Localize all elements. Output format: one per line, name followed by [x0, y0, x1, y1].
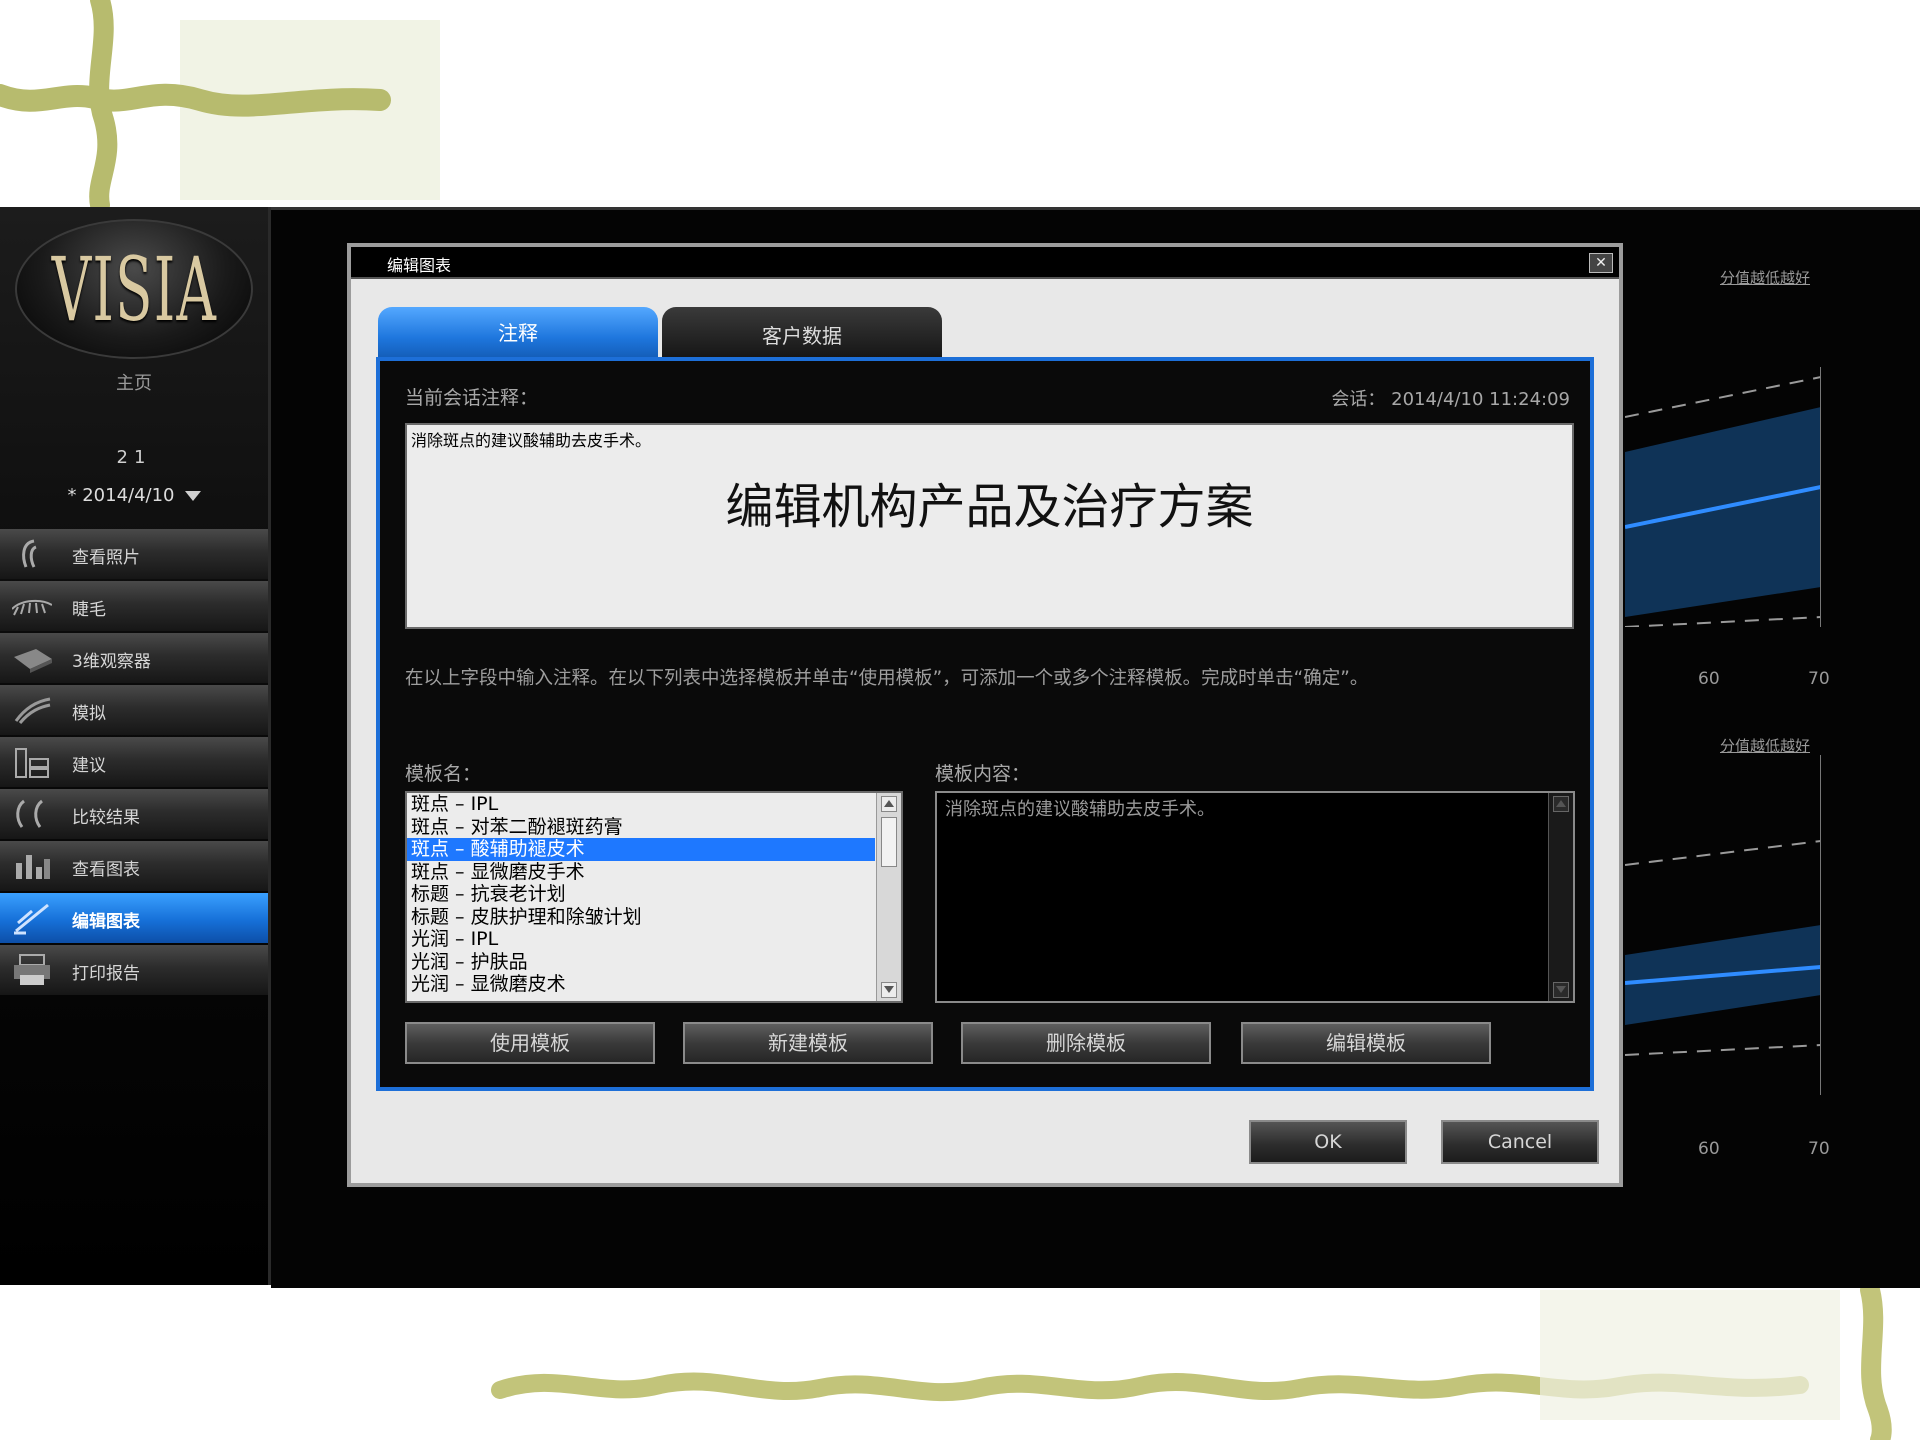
compare-icon: [16, 799, 44, 828]
sidebar-item-view-charts[interactable]: 查看图表: [0, 841, 268, 891]
scroll-up-icon[interactable]: [1553, 796, 1569, 812]
chart-icon: [16, 855, 50, 879]
dialog-titlebar[interactable]: 编辑图表 ✕: [351, 247, 1619, 279]
list-item[interactable]: 光润 – 显微磨皮术: [407, 973, 875, 996]
list-item[interactable]: 光润 – IPL: [407, 928, 875, 951]
edit-chart-icon: [14, 903, 49, 935]
tab-notes[interactable]: 注释: [378, 307, 658, 359]
new-template-button[interactable]: 新建模板: [683, 1022, 933, 1064]
chart2-tick-70: 70: [1808, 1139, 1830, 1159]
visia-logo: VISIA: [15, 219, 253, 359]
sidebar-item-3d-viewer[interactable]: 3维观察器: [0, 633, 268, 683]
list-item[interactable]: 斑点 – 对苯二酚褪斑药膏: [407, 816, 875, 839]
list-item[interactable]: 标题 – 抗衰老计划: [407, 883, 875, 906]
3d-viewer-icon: [14, 649, 52, 673]
chart2-tick-60: 60: [1698, 1139, 1720, 1159]
sidebar: VISIA 主页 21 * 2014/4/10 查看照片 睫毛 3维观察器 模拟: [0, 207, 271, 1285]
ok-button[interactable]: OK: [1249, 1120, 1407, 1164]
list-item[interactable]: 斑点 – 显微磨皮手术: [407, 861, 875, 884]
delete-template-button[interactable]: 删除模板: [961, 1022, 1211, 1064]
notes-overlay-caption: 编辑机构产品及治疗方案: [725, 479, 1254, 535]
recommend-icon: [15, 748, 49, 778]
chevron-down-icon: [184, 491, 201, 501]
background-chart-2: [1625, 755, 1821, 1095]
scroll-up-icon[interactable]: [881, 796, 897, 812]
eyelash-icon: [12, 599, 52, 616]
cancel-button[interactable]: Cancel: [1441, 1120, 1599, 1164]
chart1-tick-70: 70: [1808, 669, 1830, 689]
chart1-tick-60: 60: [1698, 669, 1720, 689]
dialog-title: 编辑图表: [387, 256, 452, 275]
session-number: 21: [116, 447, 152, 468]
list-item[interactable]: 标题 – 皮肤护理和除皱计划: [407, 906, 875, 929]
edit-template-button[interactable]: 编辑模板: [1241, 1022, 1491, 1064]
template-name-label: 模板名：: [405, 763, 482, 785]
template-list-scrollbar[interactable]: [876, 793, 901, 1001]
session-timestamp: 会话： 2014/4/10 11:24:09: [1331, 389, 1570, 410]
current-notes-label: 当前会话注释：: [405, 387, 539, 409]
template-content-text: 消除斑点的建议酸辅助去皮手术。: [945, 799, 1215, 820]
sidebar-item-edit-charts[interactable]: 编辑图表: [0, 893, 268, 943]
close-icon: ✕: [1595, 255, 1607, 271]
close-button[interactable]: ✕: [1589, 253, 1613, 273]
tab-client-data[interactable]: 客户数据: [662, 307, 942, 359]
edit-chart-dialog: 编辑图表 ✕ 注释 客户数据 当前会话注释： 会话： 2014/4/10 11:…: [347, 243, 1623, 1187]
chart-title-2: 分值越低越好: [1720, 737, 1811, 755]
printer-icon: [14, 954, 50, 985]
template-content-label: 模板内容：: [935, 763, 1031, 785]
list-item[interactable]: 斑点 – IPL: [407, 793, 875, 816]
sidebar-item-view-photos[interactable]: 查看照片: [0, 529, 268, 579]
list-item-selected[interactable]: 斑点 – 酸辅助褪皮术: [407, 838, 875, 861]
background-chart-1: [1625, 367, 1821, 627]
scroll-down-icon[interactable]: [1553, 982, 1569, 998]
list-item[interactable]: 光润 – 护肤品: [407, 951, 875, 974]
sidebar-nav: 查看照片 睫毛 3维观察器 模拟 建议 比较结果 查看图表 编辑图表 打印报告: [0, 529, 268, 997]
chart-title-1: 分值越低越好: [1720, 269, 1811, 287]
scroll-down-icon[interactable]: [881, 982, 897, 998]
sidebar-item-simulate[interactable]: 模拟: [0, 685, 268, 735]
template-list[interactable]: 斑点 – IPL 斑点 – 对苯二酚褪斑药膏 斑点 – 酸辅助褪皮术 斑点 – …: [405, 791, 903, 1003]
home-link[interactable]: 主页: [0, 369, 268, 395]
notes-panel: 当前会话注释： 会话： 2014/4/10 11:24:09 消除斑点的建议酸辅…: [376, 357, 1594, 1091]
face-icon: [22, 539, 37, 568]
use-template-button[interactable]: 使用模板: [405, 1022, 655, 1064]
instructions-text: 在以上字段中输入注释。在以下列表中选择模板并单击“使用模板”，可添加一个或多个注…: [405, 668, 1369, 689]
scroll-thumb[interactable]: [881, 817, 897, 867]
sidebar-item-eyelash[interactable]: 睫毛: [0, 581, 268, 631]
session-notes-field[interactable]: 消除斑点的建议酸辅助去皮手术。 编辑机构产品及治疗方案: [405, 423, 1574, 629]
sidebar-item-compare-results[interactable]: 比较结果: [0, 789, 268, 839]
template-content-box[interactable]: 消除斑点的建议酸辅助去皮手术。: [935, 791, 1575, 1003]
template-content-scrollbar[interactable]: [1548, 793, 1573, 1001]
simulate-icon: [14, 697, 51, 724]
session-date-dropdown[interactable]: * 2014/4/10: [0, 485, 268, 506]
sidebar-item-print-report[interactable]: 打印报告: [0, 945, 268, 995]
notes-text: 消除斑点的建议酸辅助去皮手术。: [411, 431, 652, 450]
sidebar-item-recommendations[interactable]: 建议: [0, 737, 268, 787]
